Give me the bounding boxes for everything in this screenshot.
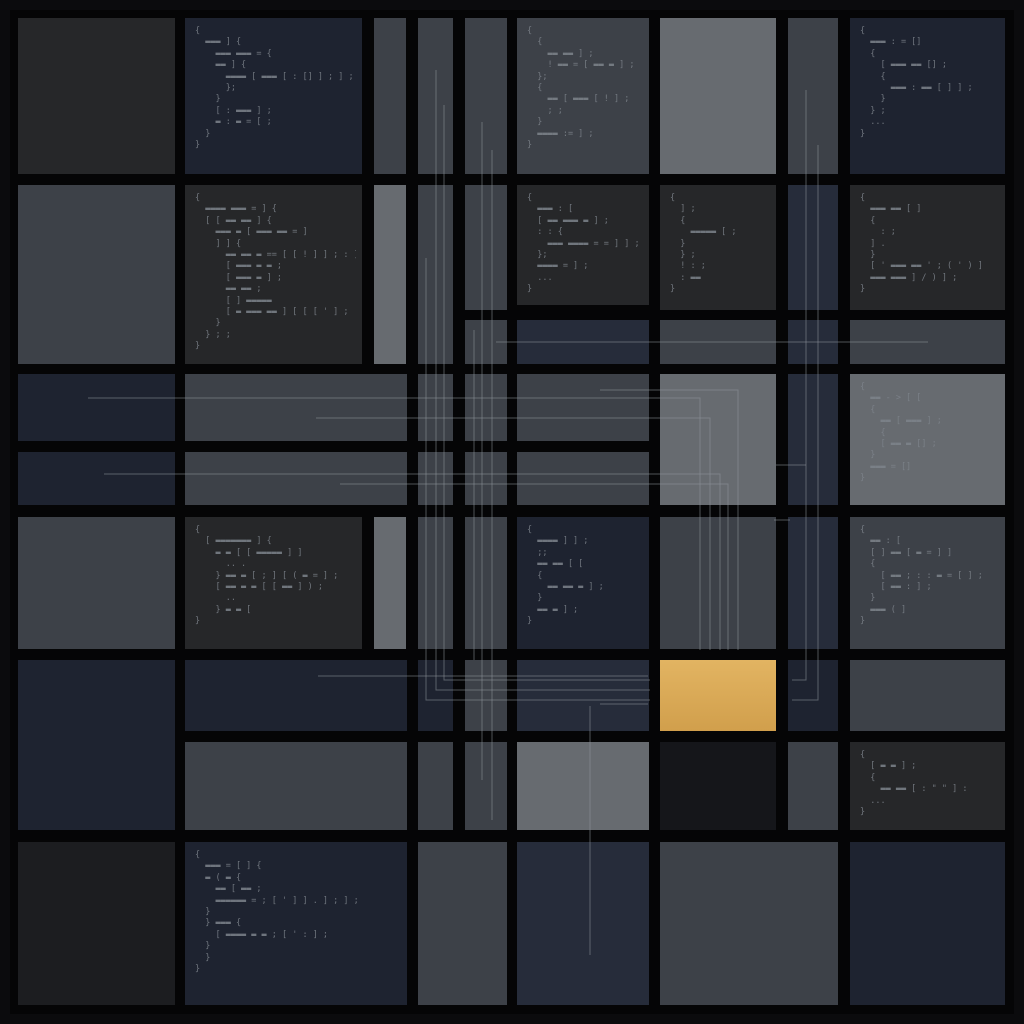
- accent-gold-panel: [660, 660, 776, 731]
- grid-panel: [185, 660, 407, 731]
- grid-panel: [517, 742, 649, 830]
- grid-panel: { ▬▬▬ ▬▬ [ ] { : ; ] . } [ ' ▬▬▬ ▬▬ ' ; …: [850, 185, 1005, 310]
- grid-panel: [465, 660, 507, 731]
- grid-panel: [788, 374, 838, 505]
- grid-panel: [418, 18, 453, 174]
- code-snippet-text: { ▬▬▬ : [ [ ▬▬ ▬▬▬ ▬ ] ; : : { ▬▬▬ ▬▬▬▬ …: [527, 193, 640, 295]
- grid-panel: [418, 842, 507, 1005]
- grid-panel: { ▬▬ - > [ [ { ▬▬ [ ▬▬▬ ] ; { [ ▬▬ ▬ [] …: [850, 374, 1005, 505]
- grid-panel: [18, 452, 175, 505]
- grid-panel: [374, 517, 406, 649]
- grid-panel: [185, 374, 407, 441]
- grid-panel: [850, 320, 1005, 364]
- grid-panel: [418, 742, 453, 830]
- grid-panel: [18, 842, 175, 1005]
- grid-panel: { { ▬▬ ▬▬ ] ; ! ▬▬ = [ ▬▬ ▬ ] ; }; { ▬▬ …: [517, 18, 649, 174]
- grid-panel: [465, 374, 507, 441]
- grid-panel: [660, 320, 776, 364]
- grid-panel: [465, 452, 507, 505]
- grid-panel: [850, 842, 1005, 1005]
- grid-panel: [465, 18, 507, 174]
- grid-panel: { ▬▬ : [ [ ] ▬▬ [ ▬ = ] ] { [ ▬▬ ; : : ▬…: [850, 517, 1005, 649]
- code-snippet-text: { [ ▬▬▬▬▬▬▬ ] { ▬ ▬ [ [ ▬▬▬▬▬ ] ] .. . }…: [195, 525, 339, 627]
- grid-panel: [517, 660, 649, 731]
- grid-panel: [18, 660, 175, 830]
- grid-panel: [660, 842, 838, 1005]
- grid-panel: [517, 842, 649, 1005]
- grid-panel: { ▬▬▬ = [ ] { ▬ ( ▬ { ▬▬ [ ▬▬ ; ▬▬▬▬▬▬ =…: [185, 842, 407, 1005]
- grid-panel: [850, 660, 1005, 731]
- abstract-grid-painting: { ▬▬▬ ] { ▬▬▬ ▬▬▬ = { ▬▬ ] { ▬▬▬▬ [ ▬▬▬ …: [0, 0, 1024, 1024]
- grid-panel: [418, 660, 453, 731]
- grid-panel: [660, 742, 776, 830]
- grid-panel: { ▬▬▬ : [ [ ▬▬ ▬▬▬ ▬ ] ; : : { ▬▬▬ ▬▬▬▬ …: [517, 185, 649, 305]
- grid-panel: { ▬▬▬ ] { ▬▬▬ ▬▬▬ = { ▬▬ ] { ▬▬▬▬ [ ▬▬▬ …: [185, 18, 362, 174]
- grid-panel: [788, 517, 838, 649]
- grid-panel: [374, 185, 406, 364]
- code-snippet-text: { { ▬▬ ▬▬ ] ; ! ▬▬ = [ ▬▬ ▬ ] ; }; { ▬▬ …: [527, 26, 635, 151]
- grid-panel: [185, 452, 407, 505]
- grid-panel: { ▬▬▬▬ ▬▬▬ = ] { [ [ ▬▬ ▬▬ ] { ▬▬▬ ▬ [ ▬…: [185, 185, 362, 364]
- grid-panel: [788, 660, 838, 731]
- grid-panel: [418, 185, 453, 364]
- grid-panel: [788, 320, 838, 364]
- grid-panel: [185, 742, 407, 830]
- code-snippet-text: { [ ▬ ▬ ] ; { ▬▬ ▬▬ [ : " " ] : ... }: [860, 750, 968, 818]
- grid-panel: [18, 18, 175, 174]
- code-snippet-text: { ▬▬▬▬ ] ] ; ;; ▬▬ ▬▬ [ [ { ▬▬ ▬▬ ▬ ] ; …: [527, 525, 604, 627]
- grid-panel: [465, 320, 507, 364]
- code-snippet-text: { ▬▬▬ ] { ▬▬▬ ▬▬▬ = { ▬▬ ] { ▬▬▬▬ [ ▬▬▬ …: [195, 26, 354, 151]
- grid-panel: [517, 452, 649, 505]
- grid-panel: { [ ▬ ▬ ] ; { ▬▬ ▬▬ [ : " " ] : ... }: [850, 742, 1005, 830]
- grid-panel: [418, 374, 453, 441]
- code-snippet-text: { ▬▬ : [ [ ] ▬▬ [ ▬ = ] ] { [ ▬▬ ; : : ▬…: [860, 525, 983, 627]
- grid-panel: [660, 18, 776, 174]
- grid-panel: { [ ▬▬▬▬▬▬▬ ] { ▬ ▬ [ [ ▬▬▬▬▬ ] ] .. . }…: [185, 517, 362, 649]
- code-snippet-text: { ▬▬▬ ▬▬ [ ] { : ; ] . } [ ' ▬▬▬ ▬▬ ' ; …: [860, 193, 983, 295]
- code-snippet-text: { ▬▬▬ = [ ] { ▬ ( ▬ { ▬▬ [ ▬▬ ; ▬▬▬▬▬▬ =…: [195, 850, 359, 975]
- grid-panel: { ▬▬▬ : = [] { [ ▬▬▬ ▬▬ [] ; { ▬▬▬ : ▬▬ …: [850, 18, 1005, 174]
- code-snippet-text: { ▬▬▬ : = [] { [ ▬▬▬ ▬▬ [] ; { ▬▬▬ : ▬▬ …: [860, 26, 973, 139]
- grid-panel: [18, 517, 175, 649]
- code-snippet-text: { ▬▬▬▬ ▬▬▬ = ] { [ [ ▬▬ ▬▬ ] { ▬▬▬ ▬ [ ▬…: [195, 193, 356, 352]
- grid-panel: [465, 742, 507, 830]
- grid-panel: [788, 742, 838, 830]
- grid-panel: { ▬▬▬▬ ] ] ; ;; ▬▬ ▬▬ [ [ { ▬▬ ▬▬ ▬ ] ; …: [517, 517, 649, 649]
- code-snippet-text: { ] ; { ▬▬▬▬▬ [ ; } } ; ! : ; : ▬▬ }: [670, 193, 737, 295]
- grid-panel: [465, 517, 507, 649]
- grid-panel: [465, 185, 507, 310]
- grid-panel: [418, 517, 453, 649]
- grid-panel: [660, 374, 776, 505]
- grid-panel: [660, 517, 776, 649]
- code-snippet-text: { ▬▬ - > [ [ { ▬▬ [ ▬▬▬ ] ; { [ ▬▬ ▬ [] …: [860, 382, 942, 484]
- grid-panel: [418, 452, 453, 505]
- grid-panel: [788, 18, 838, 174]
- grid-panel: [517, 320, 649, 364]
- grid-panel: [18, 185, 175, 364]
- grid-panel: [18, 374, 175, 441]
- grid-panel: { ] ; { ▬▬▬▬▬ [ ; } } ; ! : ; : ▬▬ }: [660, 185, 776, 310]
- grid-panel: [788, 185, 838, 310]
- grid-panel: [374, 18, 406, 174]
- grid-panel: [517, 374, 649, 441]
